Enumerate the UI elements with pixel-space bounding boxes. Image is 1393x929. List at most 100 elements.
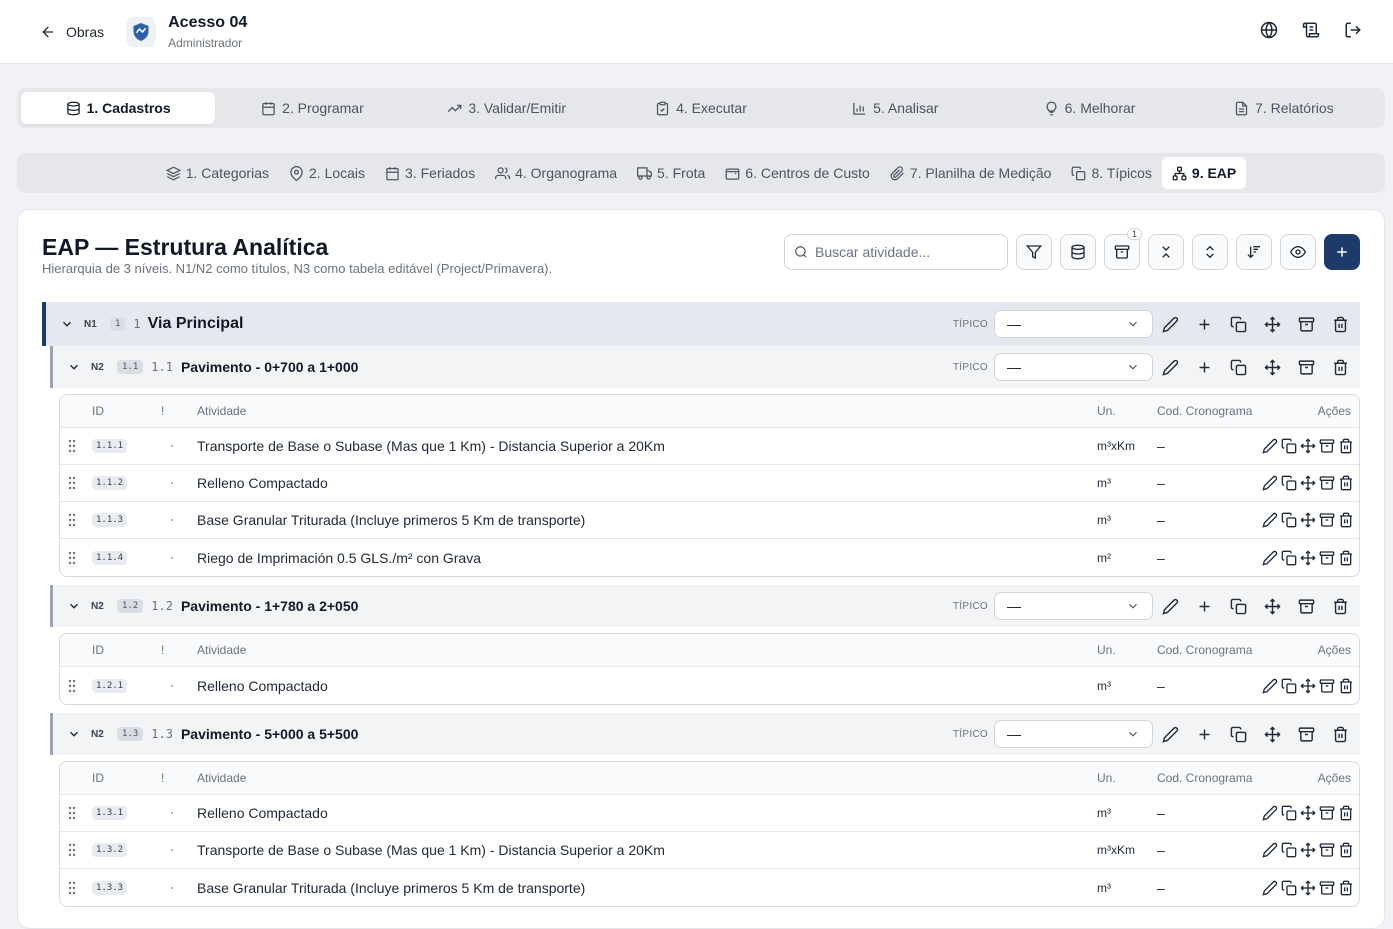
trash-icon[interactable] xyxy=(1337,511,1355,529)
drag-handle-icon[interactable] xyxy=(68,869,76,906)
copy-icon[interactable] xyxy=(1280,474,1298,492)
subtab-categorias[interactable]: 1. Categorias xyxy=(156,157,279,189)
pencil-icon[interactable] xyxy=(1261,511,1279,529)
subtab-frota[interactable]: 5. Frota xyxy=(627,157,715,189)
chevron-down-icon[interactable] xyxy=(67,727,83,741)
filter-button[interactable] xyxy=(1016,234,1052,270)
move-icon[interactable] xyxy=(1299,549,1317,567)
copy-icon[interactable] xyxy=(1280,804,1298,822)
logout-icon[interactable] xyxy=(1343,20,1363,40)
visibility-button[interactable] xyxy=(1280,234,1316,270)
unit-cell[interactable]: m³ xyxy=(1097,465,1111,501)
copy-icon[interactable] xyxy=(1280,511,1298,529)
move-icon[interactable] xyxy=(1299,879,1317,897)
archive-icon[interactable] xyxy=(1296,314,1316,334)
tipico-select[interactable]: — xyxy=(994,720,1153,748)
move-icon[interactable] xyxy=(1299,841,1317,859)
trash-icon[interactable] xyxy=(1337,549,1355,567)
sort-button[interactable] xyxy=(1236,234,1272,270)
drag-handle-icon[interactable] xyxy=(68,539,76,576)
copy-icon[interactable] xyxy=(1228,724,1248,744)
move-icon[interactable] xyxy=(1262,724,1282,744)
table-row[interactable]: 1.2.1 Relleno Compactado m³ – xyxy=(60,667,1359,704)
archive-icon[interactable] xyxy=(1318,677,1336,695)
activity-name[interactable]: Base Granular Triturada (Incluye primero… xyxy=(197,502,585,538)
subtab-feriados[interactable]: 3. Feriados xyxy=(375,157,485,189)
activity-name[interactable]: Transporte de Base o Subase (Mas que 1 K… xyxy=(197,428,665,464)
move-icon[interactable] xyxy=(1299,511,1317,529)
pencil-icon[interactable] xyxy=(1160,596,1180,616)
table-row[interactable]: 1.1.3 Base Granular Triturada (Incluye pr… xyxy=(60,502,1359,539)
plus-icon[interactable] xyxy=(1194,357,1214,377)
pencil-icon[interactable] xyxy=(1261,677,1279,695)
subtab-eap[interactable]: 9. EAP xyxy=(1161,157,1247,189)
unit-cell[interactable]: m² xyxy=(1097,539,1111,576)
tab-validar-emitir[interactable]: 3. Validar/Emitir xyxy=(410,92,604,124)
search-input[interactable] xyxy=(815,244,995,260)
chevron-down-icon[interactable] xyxy=(60,317,76,331)
drag-handle-icon[interactable] xyxy=(68,795,76,831)
drag-handle-icon[interactable] xyxy=(68,465,76,501)
cod-cronograma-cell[interactable]: – xyxy=(1157,832,1165,868)
trash-icon[interactable] xyxy=(1337,879,1355,897)
unit-cell[interactable]: m³ xyxy=(1097,795,1111,831)
plus-icon[interactable] xyxy=(1194,596,1214,616)
pencil-icon[interactable] xyxy=(1261,841,1279,859)
cod-cronograma-cell[interactable]: – xyxy=(1157,795,1165,831)
archive-icon[interactable] xyxy=(1318,879,1336,897)
archive-icon[interactable] xyxy=(1318,474,1336,492)
trash-icon[interactable] xyxy=(1337,677,1355,695)
move-icon[interactable] xyxy=(1299,677,1317,695)
tab-relatorios[interactable]: 7. Relatórios xyxy=(1187,92,1381,124)
cod-cronograma-cell[interactable]: – xyxy=(1157,428,1165,464)
pencil-icon[interactable] xyxy=(1261,437,1279,455)
chevron-down-icon[interactable] xyxy=(67,599,83,613)
move-icon[interactable] xyxy=(1299,474,1317,492)
move-icon[interactable] xyxy=(1262,314,1282,334)
move-icon[interactable] xyxy=(1262,357,1282,377)
pencil-icon[interactable] xyxy=(1160,724,1180,744)
collapse-all-button[interactable] xyxy=(1148,234,1184,270)
activity-name[interactable]: Relleno Compactado xyxy=(197,795,328,831)
copy-icon[interactable] xyxy=(1280,841,1298,859)
add-button[interactable] xyxy=(1324,234,1360,270)
trash-icon[interactable] xyxy=(1330,724,1350,744)
unit-cell[interactable]: m³xKm xyxy=(1097,832,1135,868)
unit-cell[interactable]: m³xKm xyxy=(1097,428,1135,464)
archive-icon[interactable] xyxy=(1296,357,1316,377)
move-icon[interactable] xyxy=(1299,804,1317,822)
trash-icon[interactable] xyxy=(1330,357,1350,377)
unit-cell[interactable]: m³ xyxy=(1097,502,1111,538)
chevron-down-icon[interactable] xyxy=(67,360,83,374)
copy-icon[interactable] xyxy=(1280,879,1298,897)
subtab-tipicos[interactable]: 8. Típicos xyxy=(1061,157,1161,189)
table-row[interactable]: 1.1.1 Transporte de Base o Subase (Mas qu… xyxy=(60,428,1359,465)
tab-analisar[interactable]: 5. Analisar xyxy=(798,92,992,124)
pencil-icon[interactable] xyxy=(1261,474,1279,492)
copy-icon[interactable] xyxy=(1228,314,1248,334)
unit-cell[interactable]: m³ xyxy=(1097,667,1111,704)
copy-icon[interactable] xyxy=(1280,549,1298,567)
copy-icon[interactable] xyxy=(1228,596,1248,616)
activity-name[interactable]: Relleno Compactado xyxy=(197,667,328,704)
archive-icon[interactable] xyxy=(1318,549,1336,567)
cod-cronograma-cell[interactable]: – xyxy=(1157,465,1165,501)
copy-icon[interactable] xyxy=(1280,677,1298,695)
trash-icon[interactable] xyxy=(1337,474,1355,492)
cod-cronograma-cell[interactable]: – xyxy=(1157,667,1165,704)
tab-programar[interactable]: 2. Programar xyxy=(215,92,409,124)
tipico-select[interactable]: — xyxy=(994,592,1153,620)
trash-icon[interactable] xyxy=(1330,596,1350,616)
pencil-icon[interactable] xyxy=(1261,879,1279,897)
move-icon[interactable] xyxy=(1262,596,1282,616)
trash-icon[interactable] xyxy=(1337,437,1355,455)
drag-handle-icon[interactable] xyxy=(68,832,76,868)
pencil-icon[interactable] xyxy=(1160,357,1180,377)
drag-handle-icon[interactable] xyxy=(68,502,76,538)
drag-handle-icon[interactable] xyxy=(68,667,76,704)
back-to-obras-button[interactable]: Obras xyxy=(40,24,104,40)
database-button[interactable] xyxy=(1060,234,1096,270)
globe-icon[interactable] xyxy=(1259,20,1279,40)
tipico-select[interactable]: — xyxy=(994,310,1153,338)
copy-icon[interactable] xyxy=(1280,437,1298,455)
